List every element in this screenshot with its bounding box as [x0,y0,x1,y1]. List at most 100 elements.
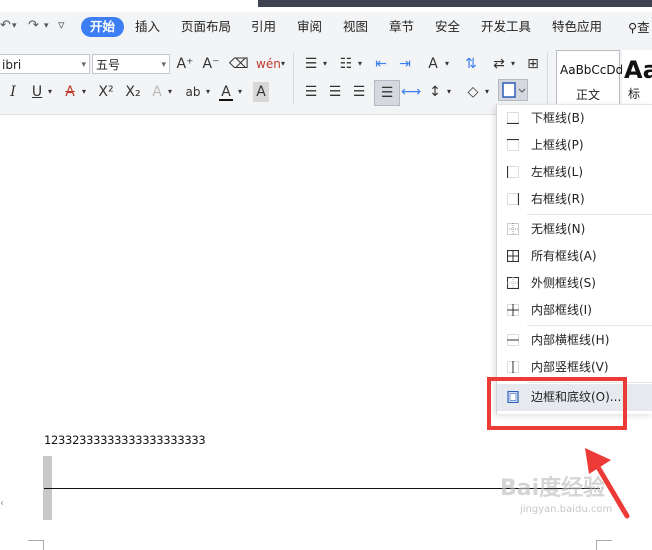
align-left-icon[interactable]: ☰ [302,82,320,102]
menu-item-label: 上框线(P) [531,138,584,152]
tab-developer[interactable]: 开发工具 [481,17,531,37]
style-heading[interactable]: Aa 标 [622,50,652,106]
left-margin-arrow-icon: ‹ [0,498,4,509]
decrease-indent-icon[interactable]: ⇤ [372,54,390,74]
shrink-font-icon[interactable]: A⁻ [202,54,220,74]
menu-item-bottom-border[interactable]: 下框线(B) [497,105,652,132]
menu-item-all-borders[interactable]: 所有框线(A) [497,243,652,270]
show-marks-icon[interactable]: ⇄ [490,54,508,74]
tab-chapter[interactable]: 章节 [389,17,414,37]
menu-bar: ↶ ▾ ↷ ▾ ▿ 开始 插入 页面布局 引用 审阅 视图 章节 安全 开发工具… [0,12,652,42]
phonetic-guide-icon[interactable]: wén [256,54,281,74]
style-normal[interactable]: AaBbCcDd 正文 [556,50,624,106]
style-sample: AaBbCcDd [560,63,624,77]
menu-item-label: 内部框线(I) [531,303,592,317]
menu-item-inside-borders[interactable]: 内部框线(I) [497,297,652,324]
search-label: 查 [637,20,650,35]
character-shading-icon[interactable]: A [253,82,269,102]
style-name: 标 [628,87,641,101]
shading-fill-icon[interactable]: ◇ [464,82,482,102]
customize-icon[interactable]: ▿ [58,18,65,33]
highlight-icon[interactable]: ab [184,82,202,102]
page-corner-mark [596,540,597,550]
menu-item-top-border[interactable]: 上框线(P) [497,132,652,159]
watermark-logo: Bai度经验 [500,476,606,501]
search-icon: ⚲ [628,20,638,35]
clear-format-icon[interactable]: ⌫ [229,54,249,74]
borders-icon [502,82,526,98]
chevron-down-icon[interactable]: ▾ [46,82,54,102]
superscript-icon[interactable]: X² [97,82,115,102]
tab-review[interactable]: 审阅 [297,17,322,37]
tab-insert[interactable]: 插入 [135,17,160,37]
font-size-select[interactable]: 五号 ▾ [92,54,170,74]
chevron-down-icon[interactable]: ▾ [236,82,244,102]
chevron-down-icon[interactable]: ▾ [443,54,451,74]
undo-icon[interactable]: ↶ [0,18,11,33]
menu-divider [527,325,652,326]
tab-special[interactable]: 特色应用 [552,17,602,37]
right-border-icon [507,193,519,205]
search-tab[interactable]: ⚲查 [628,17,650,36]
tab-home[interactable]: 开始 [81,17,125,37]
font-color-icon[interactable]: A [219,82,233,101]
document-text[interactable]: 12332333333333333333333 [44,433,206,447]
chevron-down-icon: ▾ [81,60,86,70]
line-spacing-icon[interactable]: ↕ [426,82,444,102]
tab-view[interactable]: 视图 [343,17,368,37]
menu-item-outside-borders[interactable]: 外侧框线(S) [497,270,652,297]
table-icon[interactable]: ⊞ [524,54,542,74]
inside-borders-icon [507,304,519,316]
ribbon-divider [547,52,548,104]
chevron-down-icon[interactable]: ▾ [321,54,329,74]
chevron-down-icon[interactable]: ▾ [509,54,517,74]
numbering-icon[interactable]: ☷ [337,54,355,74]
highlight-box [487,377,627,430]
font-name-select[interactable]: ibri ▾ [0,54,90,74]
underline-icon[interactable]: U [30,82,44,102]
redo-dropdown-icon[interactable]: ▾ [44,21,49,31]
top-border-icon [507,139,519,151]
increase-indent-icon[interactable]: ⇥ [396,54,414,74]
no-border-icon [507,223,519,235]
outside-borders-icon [507,277,519,289]
menu-item-left-border[interactable]: 左框线(L) [497,159,652,186]
strikethrough-icon[interactable]: A [62,82,78,102]
menu-item-inside-horizontal[interactable]: 内部横框线(H) [497,327,652,354]
redo-icon[interactable]: ↷ [28,18,39,33]
chevron-down-icon[interactable]: ▾ [445,82,453,102]
bullets-icon[interactable]: ☰ [302,54,320,74]
italic-icon[interactable]: I [6,82,20,102]
menu-item-label: 左框线(L) [531,165,584,179]
chevron-down-icon[interactable]: ▾ [483,82,491,102]
subscript-icon[interactable]: X₂ [124,82,142,102]
menu-item-right-border[interactable]: 右框线(R) [497,186,652,213]
borders-dropdown-menu: 下框线(B) 上框线(P) 左框线(L) 右框线(R) 无框线(N) 所有框线(… [496,104,652,414]
menu-item-no-border[interactable]: 无框线(N) [497,216,652,243]
tab-references[interactable]: 引用 [251,17,276,37]
inside-vertical-border-icon [507,361,519,373]
sort-icon[interactable]: ⇅ [462,54,480,74]
undo-dropdown-icon[interactable]: ▾ [12,21,17,31]
chevron-down-icon[interactable]: ▾ [204,82,212,102]
menu-divider [527,214,652,215]
justify-icon[interactable]: ☰ [374,80,400,106]
style-sample: Aa [624,56,652,84]
grow-font-icon[interactable]: A⁺ [176,54,194,74]
title-bar [258,0,652,7]
borders-button[interactable] [498,79,528,101]
chinese-layout-icon[interactable]: A [424,54,442,74]
chevron-down-icon[interactable]: ▾ [279,54,287,74]
chevron-down-icon[interactable]: ▾ [80,82,88,102]
distribute-icon[interactable]: ⟷ [401,82,421,102]
chevron-down-icon[interactable]: ▾ [356,54,364,74]
menu-item-label: 无框线(N) [531,222,586,236]
align-right-icon[interactable]: ☰ [350,82,368,102]
watermark-url: jingyan.baidu.com [520,504,613,515]
tab-page-layout[interactable]: 页面布局 [181,17,231,37]
menu-item-label: 所有框线(A) [531,249,597,263]
align-center-icon[interactable]: ☰ [326,82,344,102]
tab-security[interactable]: 安全 [435,17,460,37]
chevron-down-icon[interactable]: ▾ [166,82,174,102]
text-effect-icon[interactable]: A [150,82,164,102]
